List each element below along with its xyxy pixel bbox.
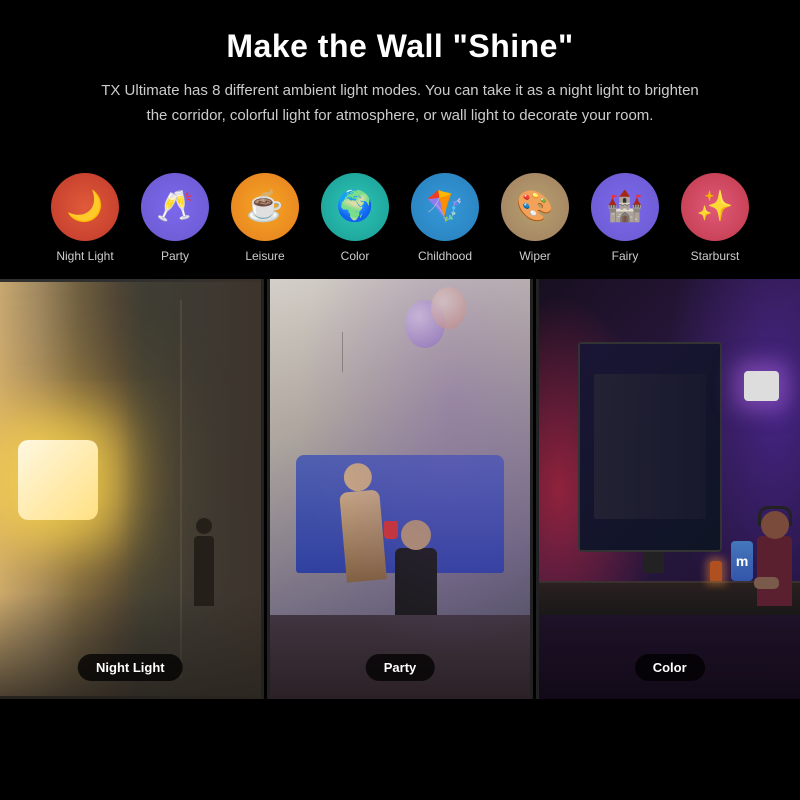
party-icon: 🥂 <box>141 173 209 241</box>
mode-party[interactable]: 🥂 Party <box>135 173 215 263</box>
leisure-icon: ☕ <box>231 173 299 241</box>
page-title: Make the Wall "Shine" <box>60 28 740 65</box>
party-panel-label: Party <box>366 654 435 681</box>
color-icon: 🌍 <box>321 173 389 241</box>
person-hand <box>754 577 779 589</box>
divider-2 <box>533 279 536 699</box>
mode-wiper[interactable]: 🎨 Wiper <box>495 173 575 263</box>
monitor-screen-content <box>580 344 719 550</box>
childhood-icon: 🪁 <box>411 173 479 241</box>
purple-ambient <box>270 279 531 699</box>
color-bg: m <box>539 279 800 699</box>
mode-night-light[interactable]: 🌙 Night Light <box>45 173 125 263</box>
fairy-icon: 🏰 <box>591 173 659 241</box>
night-light-icon: 🌙 <box>51 173 119 241</box>
monitor <box>578 342 721 552</box>
divider-1 <box>264 279 267 699</box>
top-section: Make the Wall "Shine" TX Ultimate has 8 … <box>0 0 800 149</box>
panels-section: Night Light <box>0 279 800 699</box>
leisure-label: Leisure <box>245 249 284 263</box>
color-panel-label: Color <box>635 654 705 681</box>
starburst-icon: ✨ <box>681 173 749 241</box>
fairy-label: Fairy <box>612 249 639 263</box>
person-figure <box>194 536 214 606</box>
wall-light-small <box>744 371 779 401</box>
night-light-bg <box>0 279 261 699</box>
page-subtitle: TX Ultimate has 8 different ambient ligh… <box>90 79 710 129</box>
panel-night-light: Night Light <box>0 279 261 699</box>
mode-starburst[interactable]: ✨ Starburst <box>675 173 755 263</box>
party-label: Party <box>161 249 189 263</box>
party-bg <box>270 279 531 699</box>
panel-color: m Color <box>539 279 800 699</box>
modes-row: 🌙 Night Light 🥂 Party ☕ Leisure 🌍 Color … <box>0 149 800 279</box>
headphones <box>758 506 792 526</box>
wiper-label: Wiper <box>519 249 550 263</box>
monitor-stand <box>644 552 665 573</box>
wiper-icon: 🎨 <box>501 173 569 241</box>
screen-content <box>594 374 705 518</box>
page-wrapper: Make the Wall "Shine" TX Ultimate has 8 … <box>0 0 800 699</box>
starburst-label: Starburst <box>691 249 740 263</box>
childhood-label: Childhood <box>418 249 472 263</box>
night-light-panel-label: Night Light <box>78 654 183 681</box>
seated-person-body <box>757 536 792 606</box>
smart-speaker: m <box>731 541 753 581</box>
night-light-label: Night Light <box>56 249 113 263</box>
person-head-silhouette <box>196 518 212 534</box>
color-label: Color <box>341 249 370 263</box>
wall-fixture <box>18 440 98 520</box>
floor-stripe <box>0 594 261 699</box>
mode-childhood[interactable]: 🪁 Childhood <box>405 173 485 263</box>
mode-color[interactable]: 🌍 Color <box>315 173 395 263</box>
mode-fairy[interactable]: 🏰 Fairy <box>585 173 665 263</box>
panel-party: Party <box>270 279 531 699</box>
mode-leisure[interactable]: ☕ Leisure <box>225 173 305 263</box>
desk-candle-1 <box>710 561 722 581</box>
